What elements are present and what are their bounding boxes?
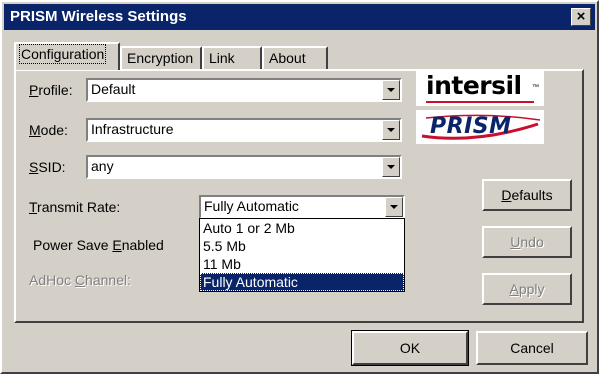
ssid-combobox[interactable]: any [86,155,402,179]
transmit-rate-value: Fully Automatic [204,198,299,214]
tab-configuration-label: Configuration [18,44,107,64]
profile-label: Profile: [29,82,73,98]
dropdown-option[interactable]: 11 Mb [200,255,404,273]
mode-value: Infrastructure [91,121,174,137]
power-save-label[interactable]: Power Save Enabled [33,237,164,253]
dropdown-option[interactable]: Auto 1 or 2 Mb [200,219,404,237]
defaults-button[interactable]: Defaults [482,179,572,211]
tab-encryption-label: Encryption [127,50,194,66]
tab-about-label: About [269,50,306,66]
transmit-rate-select[interactable]: Fully Automatic [199,195,405,219]
dropdown-option-selected[interactable]: Fully Automatic [200,273,404,291]
close-icon: × [576,8,586,25]
apply-button[interactable]: Apply [482,273,572,305]
tab-link[interactable]: Link [202,46,262,70]
tab-configuration[interactable]: Configuration [14,42,120,70]
transmit-rate-dropdown: Auto 1 or 2 Mb 5.5 Mb 11 Mb Fully Automa… [199,218,405,292]
intersil-logo: intersil ™ [416,70,544,106]
title-bar[interactable]: PRISM Wireless Settings × [4,4,595,30]
mode-label: Mode: [29,122,68,138]
undo-button[interactable]: Undo [482,226,572,258]
transmit-rate-label: Transmit Rate: [29,199,121,215]
profile-select[interactable]: Default [86,78,402,102]
cancel-button[interactable]: Cancel [476,331,588,365]
tab-encryption[interactable]: Encryption [120,46,202,70]
close-button[interactable]: × [571,8,591,26]
ssid-label: SSID: [29,159,66,175]
chevron-down-icon[interactable] [385,197,403,217]
window-title: PRISM Wireless Settings [10,8,187,25]
profile-value: Default [91,81,136,97]
ssid-value: any [91,158,114,174]
adhoc-channel-label: AdHoc Channel: [29,272,131,288]
chevron-down-icon[interactable] [382,157,400,177]
prism-logo: PRISM [416,110,544,144]
chevron-down-icon[interactable] [382,80,400,100]
mode-select[interactable]: Infrastructure [86,118,402,142]
tab-about[interactable]: About [262,46,328,70]
tab-link-label: Link [209,50,235,66]
chevron-down-icon[interactable] [382,120,400,140]
ok-button[interactable]: OK [351,330,469,366]
settings-window: PRISM Wireless Settings × Configuration … [0,0,599,374]
dropdown-option[interactable]: 5.5 Mb [200,237,404,255]
